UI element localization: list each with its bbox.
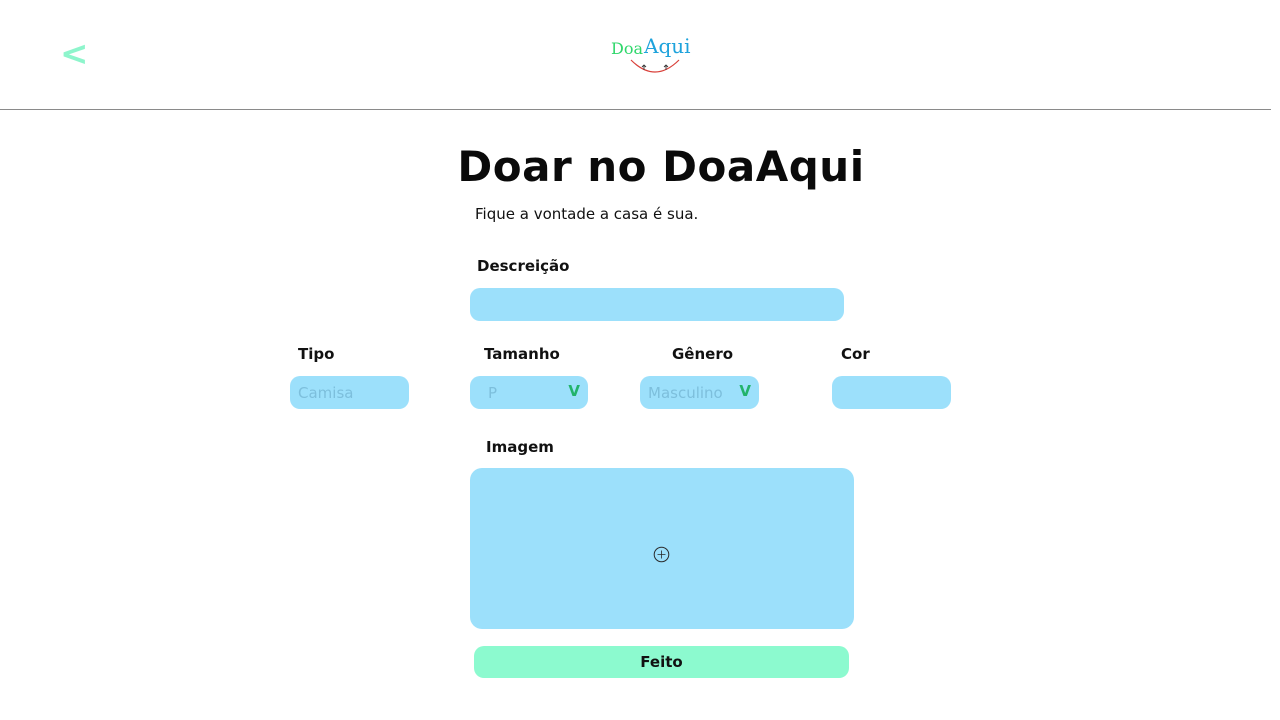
type-label: Tipo [298,345,335,363]
gender-label: Gênero [672,345,734,363]
size-label: Tamanho [484,345,560,363]
add-circle-icon[interactable] [653,546,670,563]
type-input[interactable] [290,376,409,409]
image-label: Imagem [486,438,554,456]
page-subtitle: Fique a vontade a casa é sua. [475,205,699,223]
size-select-value: P [488,384,498,402]
back-button[interactable]: < [60,34,90,74]
gender-select-value: Masculino [648,384,723,402]
done-button[interactable]: Feito [474,646,849,678]
size-select[interactable]: P V [470,376,588,409]
color-input[interactable] [832,376,951,409]
chevron-down-icon: V [739,382,751,400]
top-bar: < Doa Aqui [0,0,1271,110]
gender-select[interactable]: Masculino V [640,376,759,409]
description-input[interactable] [470,288,844,321]
chevron-down-icon: V [568,382,580,400]
page-title: Doar no DoaAqui [457,142,865,191]
description-label: Descreição [477,257,570,275]
logo: Doa Aqui [608,34,700,80]
color-label: Cor [841,345,870,363]
logo-smile-icon [630,59,680,73]
